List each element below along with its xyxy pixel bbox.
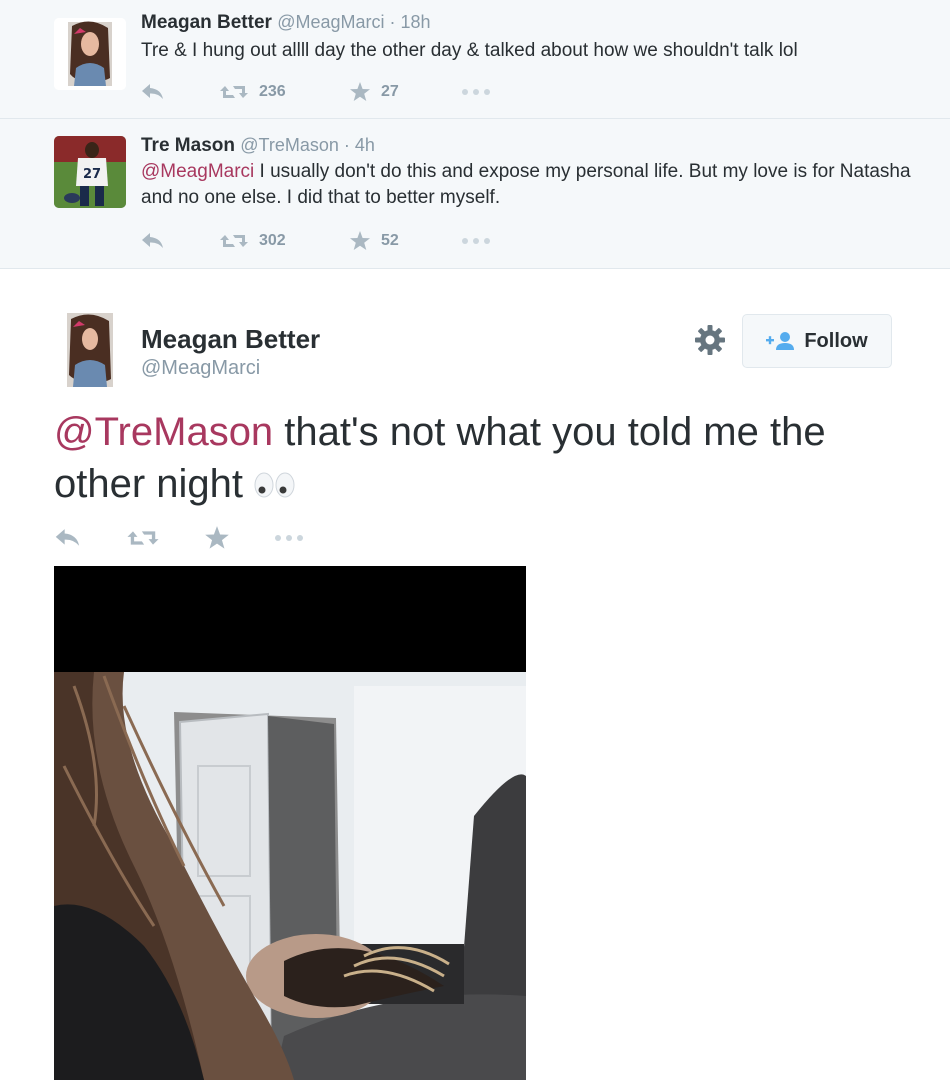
follow-button[interactable]: Follow bbox=[742, 314, 892, 368]
retweet-count: 236 bbox=[259, 83, 286, 100]
tweet-text: @TreMason that's not what you told me th… bbox=[54, 406, 914, 512]
avatar[interactable]: 27 bbox=[54, 136, 126, 208]
author-name[interactable]: Meagan Better bbox=[141, 324, 320, 355]
reply-icon bbox=[142, 233, 163, 248]
tweet-actions: 236 27 bbox=[141, 80, 491, 104]
tweet-photo[interactable] bbox=[54, 566, 526, 1080]
star-icon bbox=[350, 231, 370, 250]
conversation-tweet[interactable]: 27 Tre Mason @TreMason · 4h @MeagMarci I… bbox=[0, 119, 950, 269]
follow-label: Follow bbox=[804, 329, 868, 352]
more-dots-icon bbox=[462, 238, 490, 244]
author-name[interactable]: Tre Mason bbox=[141, 135, 235, 156]
retweet-icon bbox=[220, 86, 248, 98]
follow-user-icon bbox=[766, 332, 795, 350]
reply-button[interactable] bbox=[141, 232, 219, 250]
tweet-body: I usually don't do this and expose my pe… bbox=[141, 161, 911, 208]
more-dots-icon bbox=[275, 535, 303, 541]
author-meta[interactable]: @MeagMarci · 18h bbox=[277, 12, 430, 32]
favorite-count: 27 bbox=[381, 83, 399, 100]
tweet-text: Tre & I hung out allll day the other day… bbox=[141, 40, 798, 61]
photo-image bbox=[54, 566, 526, 1080]
gear-icon bbox=[695, 325, 725, 355]
author-name[interactable]: Meagan Better bbox=[141, 12, 272, 33]
retweet-button[interactable]: 236 bbox=[219, 83, 349, 101]
avatar[interactable] bbox=[67, 313, 113, 387]
reply-icon bbox=[142, 84, 163, 99]
tweet-text: @MeagMarci I usually don't do this and e… bbox=[141, 159, 921, 211]
retweet-icon bbox=[127, 531, 159, 545]
avatar-tre-icon: 27 bbox=[54, 136, 126, 208]
reply-icon bbox=[55, 529, 80, 546]
more-dots-icon bbox=[462, 89, 490, 95]
favorite-count: 52 bbox=[381, 232, 399, 249]
more-button[interactable] bbox=[461, 237, 491, 245]
favorite-button[interactable] bbox=[204, 526, 230, 550]
avatar-meagan-icon bbox=[54, 18, 126, 90]
mention-link[interactable]: @MeagMarci bbox=[141, 161, 254, 182]
more-button[interactable] bbox=[461, 88, 491, 96]
mention-link[interactable]: @TreMason bbox=[54, 410, 273, 454]
jersey-number: 27 bbox=[83, 167, 101, 182]
settings-button[interactable] bbox=[694, 324, 726, 356]
favorite-button[interactable]: 52 bbox=[349, 231, 461, 251]
retweet-button[interactable]: 302 bbox=[219, 232, 349, 250]
favorite-button[interactable]: 27 bbox=[349, 82, 461, 102]
avatar[interactable] bbox=[54, 18, 126, 90]
eyes-emoji-icon bbox=[253, 460, 297, 512]
avatar-meagan-icon bbox=[67, 313, 113, 387]
retweet-count: 302 bbox=[259, 232, 286, 249]
more-button[interactable] bbox=[274, 534, 304, 542]
retweet-button[interactable] bbox=[126, 528, 160, 548]
author-meta[interactable]: @TreMason · 4h bbox=[240, 135, 375, 155]
conversation-tweet[interactable]: Meagan Better @MeagMarci · 18h Tre & I h… bbox=[0, 0, 950, 119]
tweet-header: Tre Mason @TreMason · 4h bbox=[141, 135, 375, 157]
reply-button[interactable] bbox=[141, 83, 219, 101]
tweet-actions: 302 52 bbox=[141, 229, 491, 253]
reply-button[interactable] bbox=[54, 528, 82, 548]
retweet-icon bbox=[220, 235, 248, 247]
star-icon bbox=[350, 82, 370, 101]
tweet-actions bbox=[54, 525, 348, 551]
tweet-header: Meagan Better @MeagMarci · 18h bbox=[141, 12, 431, 34]
star-icon bbox=[205, 526, 229, 549]
author-handle[interactable]: @MeagMarci bbox=[141, 357, 260, 380]
